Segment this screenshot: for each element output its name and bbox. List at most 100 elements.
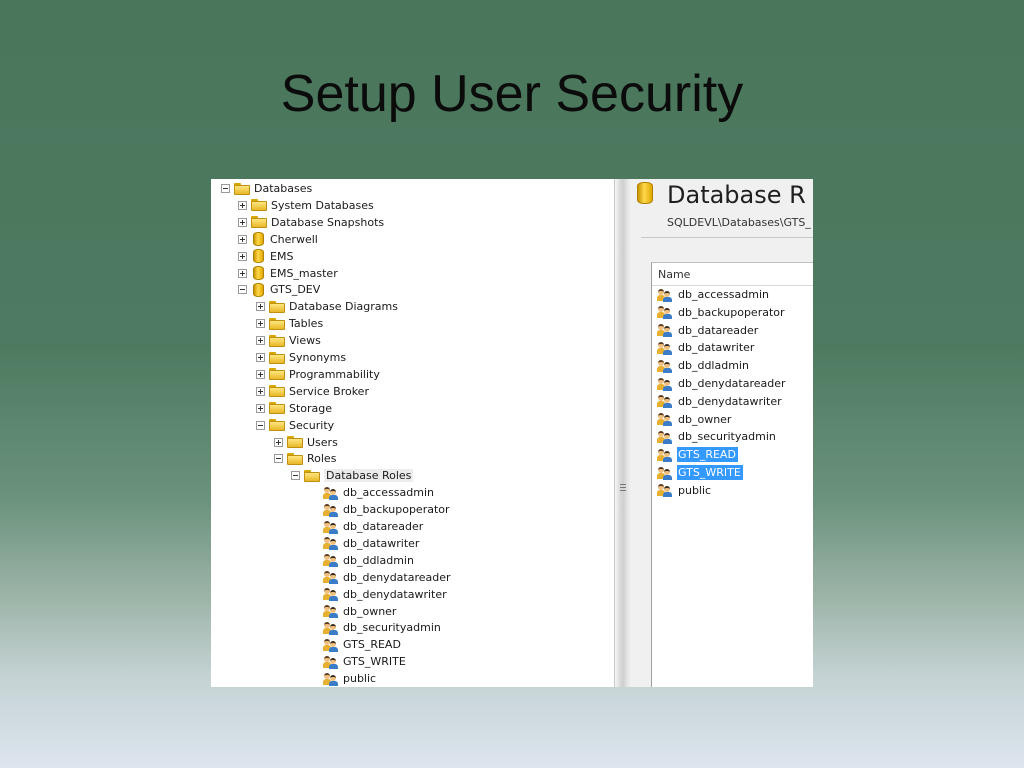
tree-node-label: System Databases bbox=[271, 198, 374, 212]
tree-node[interactable]: GTS_DEV bbox=[238, 281, 320, 298]
list-item-label: db_owner bbox=[678, 412, 732, 426]
tree-node[interactable]: db_securityadmin bbox=[323, 619, 441, 636]
tree-node-label: Users bbox=[307, 435, 338, 449]
pane-splitter[interactable] bbox=[614, 179, 632, 687]
tree-node[interactable]: db_owner bbox=[323, 603, 396, 620]
tree-node-label: Database Roles bbox=[324, 469, 414, 483]
expand-icon[interactable] bbox=[256, 403, 265, 413]
tree-node[interactable]: Service Broker bbox=[256, 383, 369, 400]
tree-node[interactable]: db_denydatawriter bbox=[323, 586, 447, 603]
collapse-icon[interactable] bbox=[221, 184, 230, 193]
tree-node-label: db_backupoperator bbox=[343, 503, 450, 517]
list-item[interactable]: GTS_READ bbox=[657, 446, 738, 463]
tree-node-label: db_denydatareader bbox=[343, 570, 451, 584]
tree-node[interactable]: db_datareader bbox=[323, 518, 423, 535]
collapse-icon[interactable] bbox=[291, 471, 300, 481]
tree-node-label: db_ddladmin bbox=[343, 553, 414, 567]
tree-node[interactable]: Security bbox=[256, 417, 334, 434]
tree-node[interactable]: Views bbox=[256, 332, 321, 349]
folder-icon bbox=[269, 368, 285, 381]
tree-node[interactable]: Databases bbox=[221, 180, 312, 197]
folder-icon bbox=[251, 199, 267, 212]
expand-icon[interactable] bbox=[256, 353, 265, 362]
list-item[interactable]: db_ddladmin bbox=[657, 357, 751, 374]
tree-node[interactable]: db_denydatareader bbox=[323, 569, 451, 586]
tree-node[interactable]: Database Snapshots bbox=[238, 214, 384, 231]
collapse-icon[interactable] bbox=[256, 420, 265, 430]
tree-node[interactable]: db_accessadmin bbox=[323, 484, 434, 501]
role-icon bbox=[323, 587, 339, 602]
expand-icon[interactable] bbox=[238, 217, 247, 227]
tree-node-label: db_owner bbox=[343, 604, 397, 618]
folder-icon bbox=[269, 385, 285, 398]
list-item[interactable]: db_securityadmin bbox=[657, 428, 778, 445]
tree-node[interactable]: GTS_READ bbox=[323, 636, 401, 653]
tree-node[interactable]: Database Roles bbox=[291, 467, 414, 484]
details-path: SQLDEVL\Databases\GTS_ bbox=[667, 216, 811, 229]
tree-node[interactable]: Roles bbox=[274, 450, 336, 467]
tree-node[interactable]: Cherwell bbox=[238, 231, 318, 248]
collapse-icon[interactable] bbox=[274, 454, 283, 464]
expand-icon[interactable] bbox=[256, 302, 265, 312]
expand-icon[interactable] bbox=[238, 200, 247, 210]
expand-icon[interactable] bbox=[238, 234, 247, 244]
list-item[interactable]: GTS_WRITE bbox=[657, 464, 743, 481]
tree-node[interactable]: Tables bbox=[256, 315, 323, 332]
tree-node-label: db_datareader bbox=[343, 520, 424, 533]
list-item-label: db_backupoperator bbox=[678, 305, 785, 319]
role-icon bbox=[323, 604, 339, 618]
folder-icon bbox=[269, 351, 285, 364]
role-icon bbox=[657, 305, 673, 320]
expand-icon[interactable] bbox=[256, 319, 265, 329]
expand-icon[interactable] bbox=[256, 336, 265, 346]
tree-node[interactable]: GTS_WRITE bbox=[323, 653, 406, 670]
folder-icon bbox=[269, 419, 285, 432]
list-item[interactable]: db_denydatareader bbox=[657, 375, 788, 392]
tree-node[interactable]: EMS_master bbox=[238, 265, 338, 282]
list-item[interactable]: db_datawriter bbox=[657, 339, 756, 356]
tree-node[interactable]: Programmability bbox=[256, 366, 380, 383]
expand-icon[interactable] bbox=[256, 386, 265, 396]
tree-node[interactable]: db_datawriter bbox=[323, 535, 419, 552]
list-item-label: db_accessadmin bbox=[678, 288, 769, 301]
tree-node-label: Storage bbox=[289, 401, 333, 415]
role-icon bbox=[323, 486, 339, 500]
role-icon bbox=[657, 466, 673, 480]
tree-node[interactable]: db_ddladmin bbox=[323, 552, 414, 569]
list-item-label: db_ddladmin bbox=[678, 359, 749, 373]
database-icon bbox=[253, 232, 264, 247]
folder-icon bbox=[251, 216, 267, 229]
folder-icon bbox=[269, 402, 285, 415]
list-item[interactable]: db_accessadmin bbox=[657, 286, 771, 303]
column-header-name[interactable]: Name bbox=[652, 263, 813, 286]
list-item[interactable]: db_owner bbox=[657, 411, 733, 428]
role-icon bbox=[323, 536, 339, 551]
list-item[interactable]: db_denydatawriter bbox=[657, 393, 784, 410]
role-icon bbox=[657, 483, 673, 498]
list-item[interactable]: public bbox=[657, 482, 713, 499]
tree-node[interactable]: public bbox=[323, 670, 376, 687]
tree-node[interactable]: Storage bbox=[256, 400, 332, 417]
list-item-label: GTS_READ bbox=[677, 447, 738, 463]
list-item[interactable]: db_datareader bbox=[657, 322, 760, 339]
expand-icon[interactable] bbox=[274, 437, 283, 447]
tree-node-label: Security bbox=[289, 418, 335, 432]
splitter-grip-icon[interactable] bbox=[620, 484, 626, 492]
tree-node[interactable]: Users bbox=[274, 434, 338, 451]
tree-node[interactable]: Database Diagrams bbox=[256, 298, 398, 315]
expand-icon[interactable] bbox=[238, 251, 247, 261]
collapse-icon[interactable] bbox=[238, 285, 247, 295]
tree-node-label: Views bbox=[289, 334, 321, 348]
tree-node-label: GTS_READ bbox=[343, 638, 401, 652]
expand-icon[interactable] bbox=[256, 369, 265, 379]
list-item[interactable]: db_backupoperator bbox=[657, 304, 787, 321]
tree-node[interactable]: Synonyms bbox=[256, 349, 346, 366]
slide-title: Setup User Security bbox=[280, 65, 744, 123]
role-icon bbox=[323, 655, 339, 669]
expand-icon[interactable] bbox=[238, 268, 247, 278]
tree-node-label: db_accessadmin bbox=[343, 486, 434, 500]
role-icon bbox=[657, 394, 673, 409]
tree-node[interactable]: EMS bbox=[238, 248, 293, 265]
tree-node[interactable]: db_backupoperator bbox=[323, 501, 450, 518]
tree-node[interactable]: System Databases bbox=[238, 197, 374, 214]
